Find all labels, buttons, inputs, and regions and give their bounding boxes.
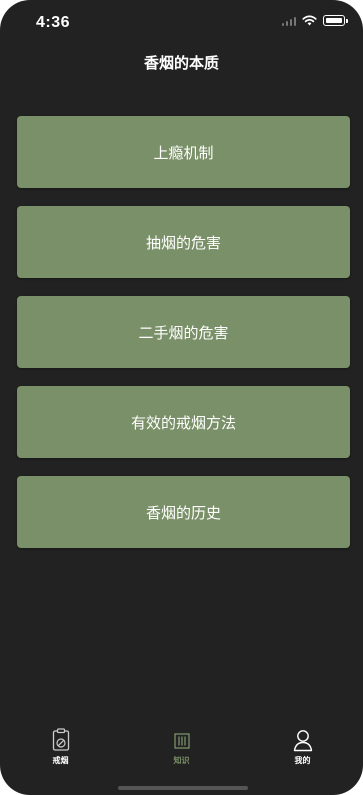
battery-icon	[323, 15, 348, 26]
status-time: 4:36	[36, 14, 71, 31]
page-title: 香烟的本质	[143, 54, 219, 72]
profile-icon	[293, 730, 312, 752]
menu-item-quit-methods[interactable]: 有效的戒烟方法	[17, 386, 350, 458]
status-bar: 4:36	[0, 0, 363, 46]
tab-label-knowledge: 知识	[173, 756, 190, 765]
tab-knowledge[interactable]: 知识	[121, 728, 242, 776]
app-screen: 4:36 香烟的本质 上瘾机制 抽烟的危害 二手烟的危害 有效的戒烟方法 香烟的…	[0, 0, 363, 795]
menu-item-smoking-harms[interactable]: 抽烟的危害	[17, 206, 350, 278]
menu-item-addiction-mechanism[interactable]: 上瘾机制	[17, 116, 350, 188]
menu-list: 上瘾机制 抽烟的危害 二手烟的危害 有效的戒烟方法 香烟的历史	[17, 116, 350, 566]
home-indicator[interactable]	[118, 786, 248, 790]
cellular-signal-icon	[282, 16, 296, 26]
tab-label-profile: 我的	[294, 756, 311, 765]
tab-profile[interactable]: 我的	[242, 728, 363, 776]
knowledge-icon	[173, 733, 190, 749]
tab-bar: 戒烟 知识 我的	[0, 728, 363, 776]
menu-item-secondhand-smoke-harms[interactable]: 二手烟的危害	[17, 296, 350, 368]
menu-item-cigarette-history[interactable]: 香烟的历史	[17, 476, 350, 548]
tab-quit-smoking[interactable]: 戒烟	[0, 728, 121, 776]
tab-label-quit-smoking: 戒烟	[52, 756, 69, 765]
wifi-icon	[302, 15, 317, 26]
quit-smoking-icon	[52, 728, 69, 751]
status-icons	[282, 15, 348, 26]
